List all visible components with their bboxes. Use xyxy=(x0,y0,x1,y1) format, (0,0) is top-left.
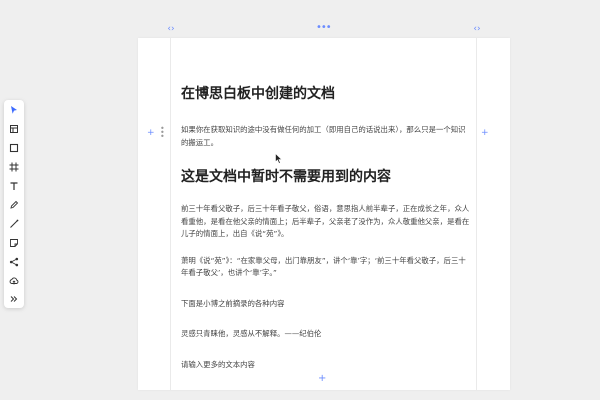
whiteboard-canvas[interactable]: ‹› ••• ‹› + • • • + + 在博思白板中创建的文档 如果你在获取知识… xyxy=(0,0,600,400)
cloud-upload-icon xyxy=(9,277,19,285)
paragraph-placeholder[interactable]: 请输入更多的文本内容 xyxy=(181,359,471,372)
right-anchor-plus-icon[interactable]: + xyxy=(481,128,489,138)
crop-tool-button[interactable] xyxy=(7,160,21,174)
paragraph[interactable]: 萧明《说“苑”》：“在家靠父母，出门靠朋友”，讲个‘靠’字；‘前三十年看父敬子，… xyxy=(181,255,471,280)
shape-tool-button[interactable] xyxy=(7,141,21,155)
cursor-arrow-icon xyxy=(11,106,17,114)
paragraph[interactable]: 如果你在获取知识的途中没有做任何的加工（即用自己的话说出来），那么只是一个知识的… xyxy=(181,124,471,149)
square-icon xyxy=(9,143,19,153)
more-options-icon[interactable]: ••• xyxy=(316,23,332,33)
share-nodes-icon xyxy=(9,257,19,267)
column-guide-left xyxy=(170,38,171,390)
sticky-note-icon xyxy=(10,239,18,247)
mouse-cursor-icon xyxy=(275,153,283,164)
pen-tool-button[interactable] xyxy=(7,198,21,212)
line-tool-button[interactable] xyxy=(7,217,21,231)
document-title[interactable]: 在博思白板中创建的文档 xyxy=(181,84,471,104)
sticky-note-tool-button[interactable] xyxy=(7,236,21,250)
left-toolbar xyxy=(4,100,24,308)
more-tools-button[interactable] xyxy=(7,292,21,306)
hash-frame-icon xyxy=(9,162,19,172)
section-heading[interactable]: 这是文档中暂时不需要用到的内容 xyxy=(181,167,471,187)
left-anchor-plus-icon[interactable]: + xyxy=(147,128,155,138)
drag-handle-icon[interactable]: • • • xyxy=(160,125,166,141)
column-guide-right xyxy=(476,38,477,390)
paragraph[interactable]: 前三十年看父敬子，后三十年看子敬父，俗语，意思指人前半辈子，正在成长之年，众人看… xyxy=(181,203,471,241)
paragraph[interactable]: 下面是小博之前摘录的各种内容 xyxy=(181,298,471,311)
text-tool-button[interactable] xyxy=(7,179,21,193)
text-t-icon xyxy=(10,182,18,190)
double-chevron-right-icon xyxy=(10,296,18,302)
resize-handle-right-icon[interactable]: ‹› xyxy=(472,24,482,34)
frame-tool-button[interactable] xyxy=(7,122,21,136)
select-tool-button[interactable] xyxy=(7,103,21,117)
line-icon xyxy=(10,219,19,228)
mindmap-tool-button[interactable] xyxy=(7,255,21,269)
pen-icon xyxy=(10,200,19,209)
resize-handle-left-icon[interactable]: ‹› xyxy=(166,24,176,34)
upload-tool-button[interactable] xyxy=(7,274,21,288)
paragraph[interactable]: 灵感只青睐他，灵感从不解释。——纪伯伦 xyxy=(181,328,471,341)
document-content[interactable]: 在博思白板中创建的文档 如果你在获取知识的途中没有做任何的加工（即用自己的话说出… xyxy=(181,80,471,381)
frame-icon xyxy=(10,125,18,133)
